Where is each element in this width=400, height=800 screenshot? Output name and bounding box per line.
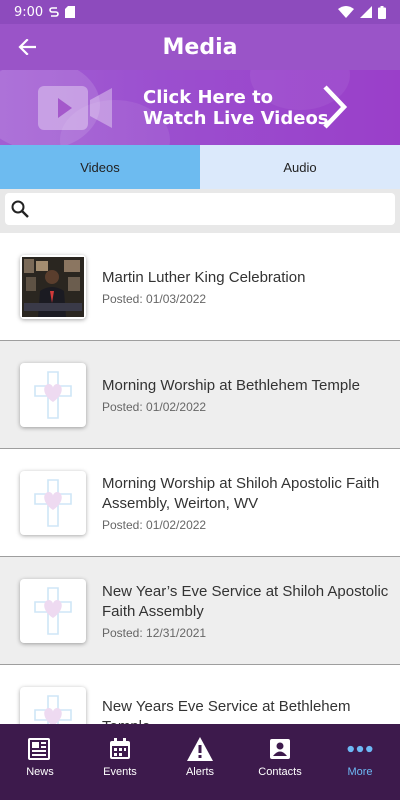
tab-audio[interactable]: Audio [200,145,400,189]
status-time: 9:00 [14,4,44,20]
search-bar [0,189,400,233]
media-tabs: Videos Audio [0,145,400,189]
cross-heart-thumbnail [20,578,86,643]
battery-icon [378,5,386,19]
item-title: New Year’s Eve Service at Shiloh Apostol… [102,582,389,620]
video-thumbnail [20,254,86,319]
search-icon [11,200,29,218]
nav-alerts[interactable]: Alerts [160,724,240,800]
cross-heart-thumbnail [20,686,86,724]
tab-videos[interactable]: Videos [0,145,200,189]
sync-icon [49,6,59,18]
signal-icon [360,6,372,18]
item-date: Posted: 01/02/2022 [102,517,207,532]
chevron-right-icon [323,85,348,129]
nav-more-label: More [347,766,373,778]
media-list: Martin Luther King Celebration Posted: 0… [0,233,400,724]
sd-card-icon [65,6,76,18]
nav-events[interactable]: Events [80,724,160,800]
nav-contacts[interactable]: Contacts [240,724,320,800]
wifi-icon [338,6,354,18]
item-title: Martin Luther King Celebration [102,268,306,286]
banner-line-1: Click Here to [143,87,274,108]
item-date: Posted: 01/02/2022 [102,399,207,414]
calendar-icon [107,736,133,762]
video-camera-icon [38,86,112,130]
banner-line-2: Watch Live Videos [143,108,329,129]
search-input[interactable] [33,195,395,223]
list-item[interactable]: New Years Eve Service at Bethlehem Templ… [0,665,400,724]
search-box[interactable] [5,193,395,225]
list-item[interactable]: Morning Worship at Bethlehem Temple Post… [0,341,400,449]
more-dots-icon [347,736,373,762]
item-title: New Years Eve Service at Bethlehem Templ… [102,697,351,725]
nav-events-label: Events [103,766,137,778]
contact-card-icon [267,736,293,762]
nav-news[interactable]: News [0,724,80,800]
nav-news-label: News [26,766,54,778]
page-title: Media [162,34,238,60]
list-item[interactable]: New Year’s Eve Service at Shiloh Apostol… [0,557,400,665]
item-title: Morning Worship at Bethlehem Temple [102,376,360,394]
status-bar: 9:00 [0,0,400,24]
cross-heart-thumbnail [20,470,86,535]
app-bar: Media [0,24,400,70]
arrow-left-icon [18,39,36,55]
back-button[interactable] [10,30,44,64]
bottom-nav: News Events Alerts Contacts More [0,724,400,800]
list-item[interactable]: Martin Luther King Celebration Posted: 0… [0,233,400,341]
newspaper-icon [27,736,53,762]
nav-contacts-label: Contacts [258,766,302,778]
live-videos-banner[interactable]: Click Here to Watch Live Videos [0,70,400,145]
nav-alerts-label: Alerts [185,766,215,778]
nav-more[interactable]: More [320,724,400,800]
warning-icon [187,736,213,762]
list-item[interactable]: Morning Worship at Shiloh Apostolic Fait… [0,449,400,557]
item-date: Posted: 12/31/2021 [102,625,207,640]
item-date: Posted: 01/03/2022 [102,291,207,306]
cross-heart-thumbnail [20,362,86,427]
item-title: Morning Worship at Shiloh Apostolic Fait… [102,474,380,512]
